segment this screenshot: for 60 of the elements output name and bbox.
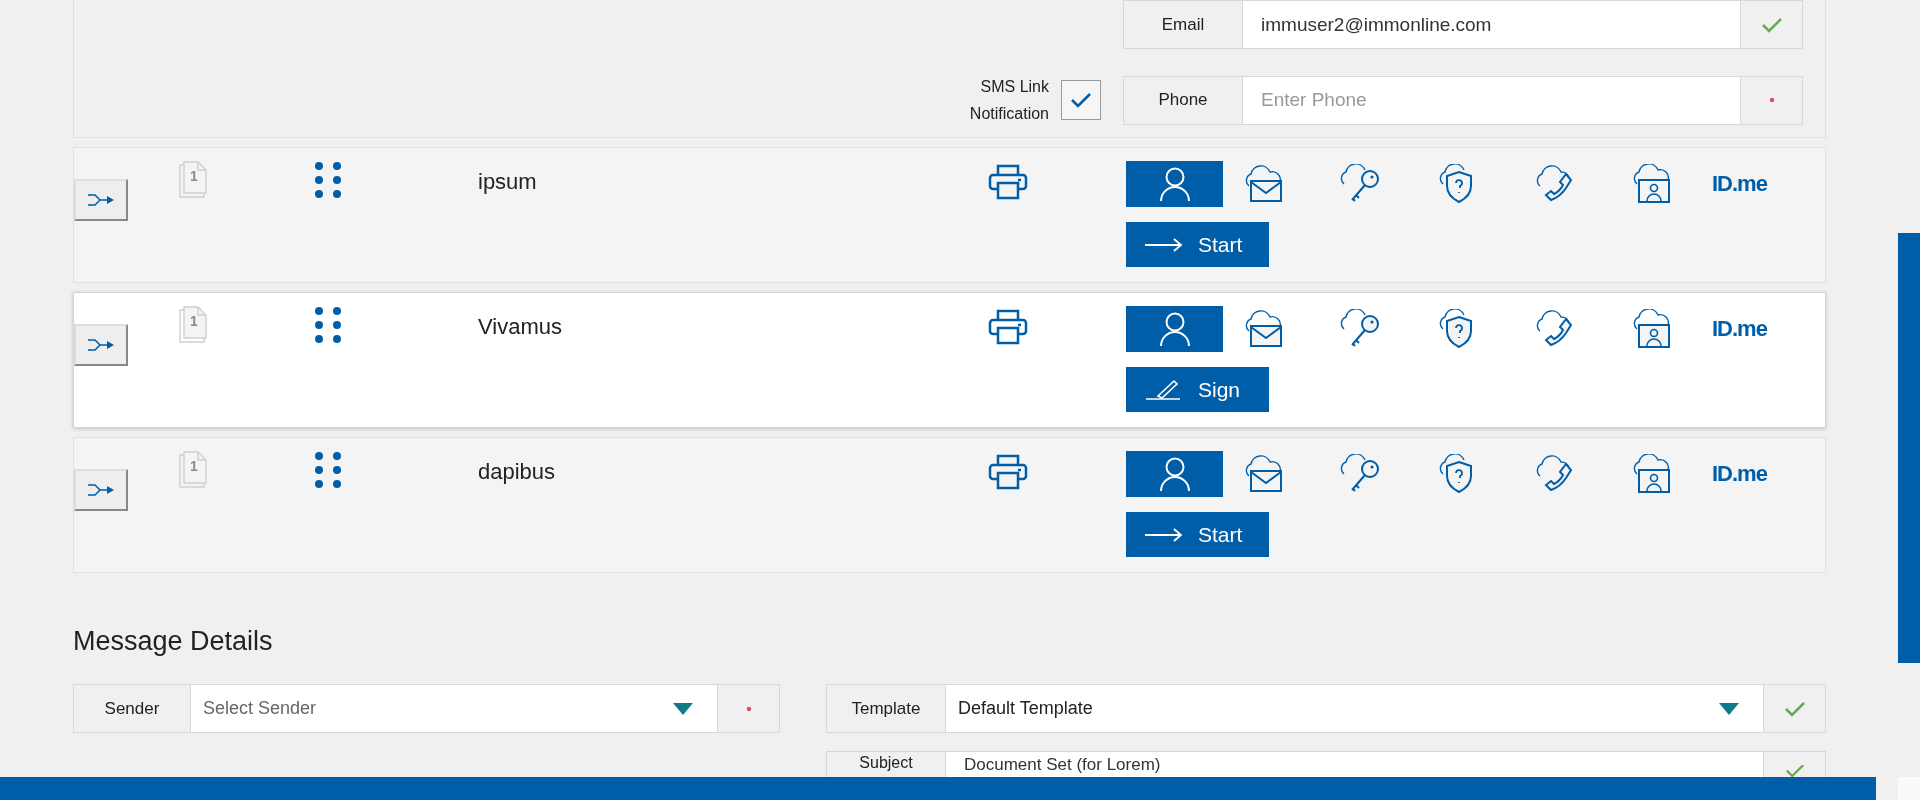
person-button[interactable] bbox=[1126, 451, 1223, 497]
arrow-icon bbox=[1144, 527, 1184, 542]
document-icon bbox=[176, 161, 208, 201]
merge-arrow-icon bbox=[86, 338, 116, 352]
caret-icon bbox=[1719, 702, 1739, 715]
required-icon bbox=[1768, 97, 1775, 103]
field-label: Phone bbox=[1123, 75, 1243, 125]
recipient-row[interactable]: 1 ipsum ID.me Start bbox=[73, 147, 1826, 283]
caret-icon bbox=[673, 702, 693, 715]
check-icon bbox=[1783, 699, 1806, 718]
page-count: 1 bbox=[190, 458, 198, 474]
check-icon bbox=[1784, 765, 1805, 777]
merge-arrow-icon bbox=[86, 193, 116, 207]
recipient-row[interactable]: 1 Vivamus ID.me Sign bbox=[73, 292, 1826, 428]
arrow-icon bbox=[1144, 237, 1184, 252]
printer-icon[interactable] bbox=[988, 163, 1028, 201]
recipient-name: ipsum bbox=[478, 169, 538, 195]
idme-logo[interactable]: ID.me bbox=[1712, 461, 1767, 487]
route-button[interactable] bbox=[74, 324, 128, 366]
recipient-name: Vivamus bbox=[478, 314, 563, 340]
phone-field[interactable]: Enter Phone bbox=[1243, 75, 1740, 125]
document-icon bbox=[176, 451, 208, 491]
recipient-name: dapibus bbox=[478, 459, 557, 485]
page-count: 1 bbox=[190, 168, 198, 184]
sender-dropdown[interactable]: Select Sender bbox=[191, 684, 717, 733]
page-count: 1 bbox=[190, 313, 198, 329]
person-icon bbox=[1158, 456, 1191, 492]
field-label: Sender bbox=[73, 684, 191, 733]
email-field[interactable]: immuser2@immonline.com bbox=[1243, 0, 1740, 49]
person-button[interactable] bbox=[1126, 306, 1223, 352]
action-button[interactable]: Start bbox=[1126, 222, 1269, 267]
document-icon bbox=[176, 306, 208, 346]
route-button[interactable] bbox=[74, 469, 128, 511]
template-dropdown[interactable]: Default Template bbox=[946, 684, 1763, 733]
person-icon bbox=[1158, 311, 1191, 347]
recipient-row[interactable]: 1 dapibus ID.me Start bbox=[73, 437, 1826, 573]
action-button[interactable]: Sign bbox=[1126, 367, 1269, 412]
idme-logo[interactable]: ID.me bbox=[1712, 171, 1767, 197]
route-button[interactable] bbox=[74, 179, 128, 221]
check-icon bbox=[1760, 15, 1783, 34]
printer-icon[interactable] bbox=[988, 308, 1028, 346]
sms-checkbox[interactable] bbox=[1061, 80, 1101, 120]
field-label: Subject bbox=[826, 751, 946, 777]
printer-icon[interactable] bbox=[988, 453, 1028, 491]
subject-field[interactable]: Document Set (for Lorem) bbox=[946, 751, 1763, 777]
idme-logo[interactable]: ID.me bbox=[1712, 316, 1767, 342]
sms-label: SMS Link Notification bbox=[968, 77, 1049, 124]
person-button[interactable] bbox=[1126, 161, 1223, 207]
merge-arrow-icon bbox=[86, 483, 116, 497]
drag-handle-icon[interactable] bbox=[314, 161, 342, 199]
person-icon bbox=[1158, 166, 1191, 202]
check-icon bbox=[1069, 90, 1093, 110]
drag-handle-icon[interactable] bbox=[314, 306, 342, 344]
field-label: Email bbox=[1123, 0, 1243, 49]
field-label: Template bbox=[826, 684, 946, 733]
required-icon bbox=[745, 705, 752, 712]
action-button[interactable]: Start bbox=[1126, 512, 1269, 557]
drag-handle-icon[interactable] bbox=[314, 451, 342, 489]
scrollbar-thumb[interactable] bbox=[1898, 233, 1920, 663]
section-title: Message Details bbox=[73, 625, 274, 657]
